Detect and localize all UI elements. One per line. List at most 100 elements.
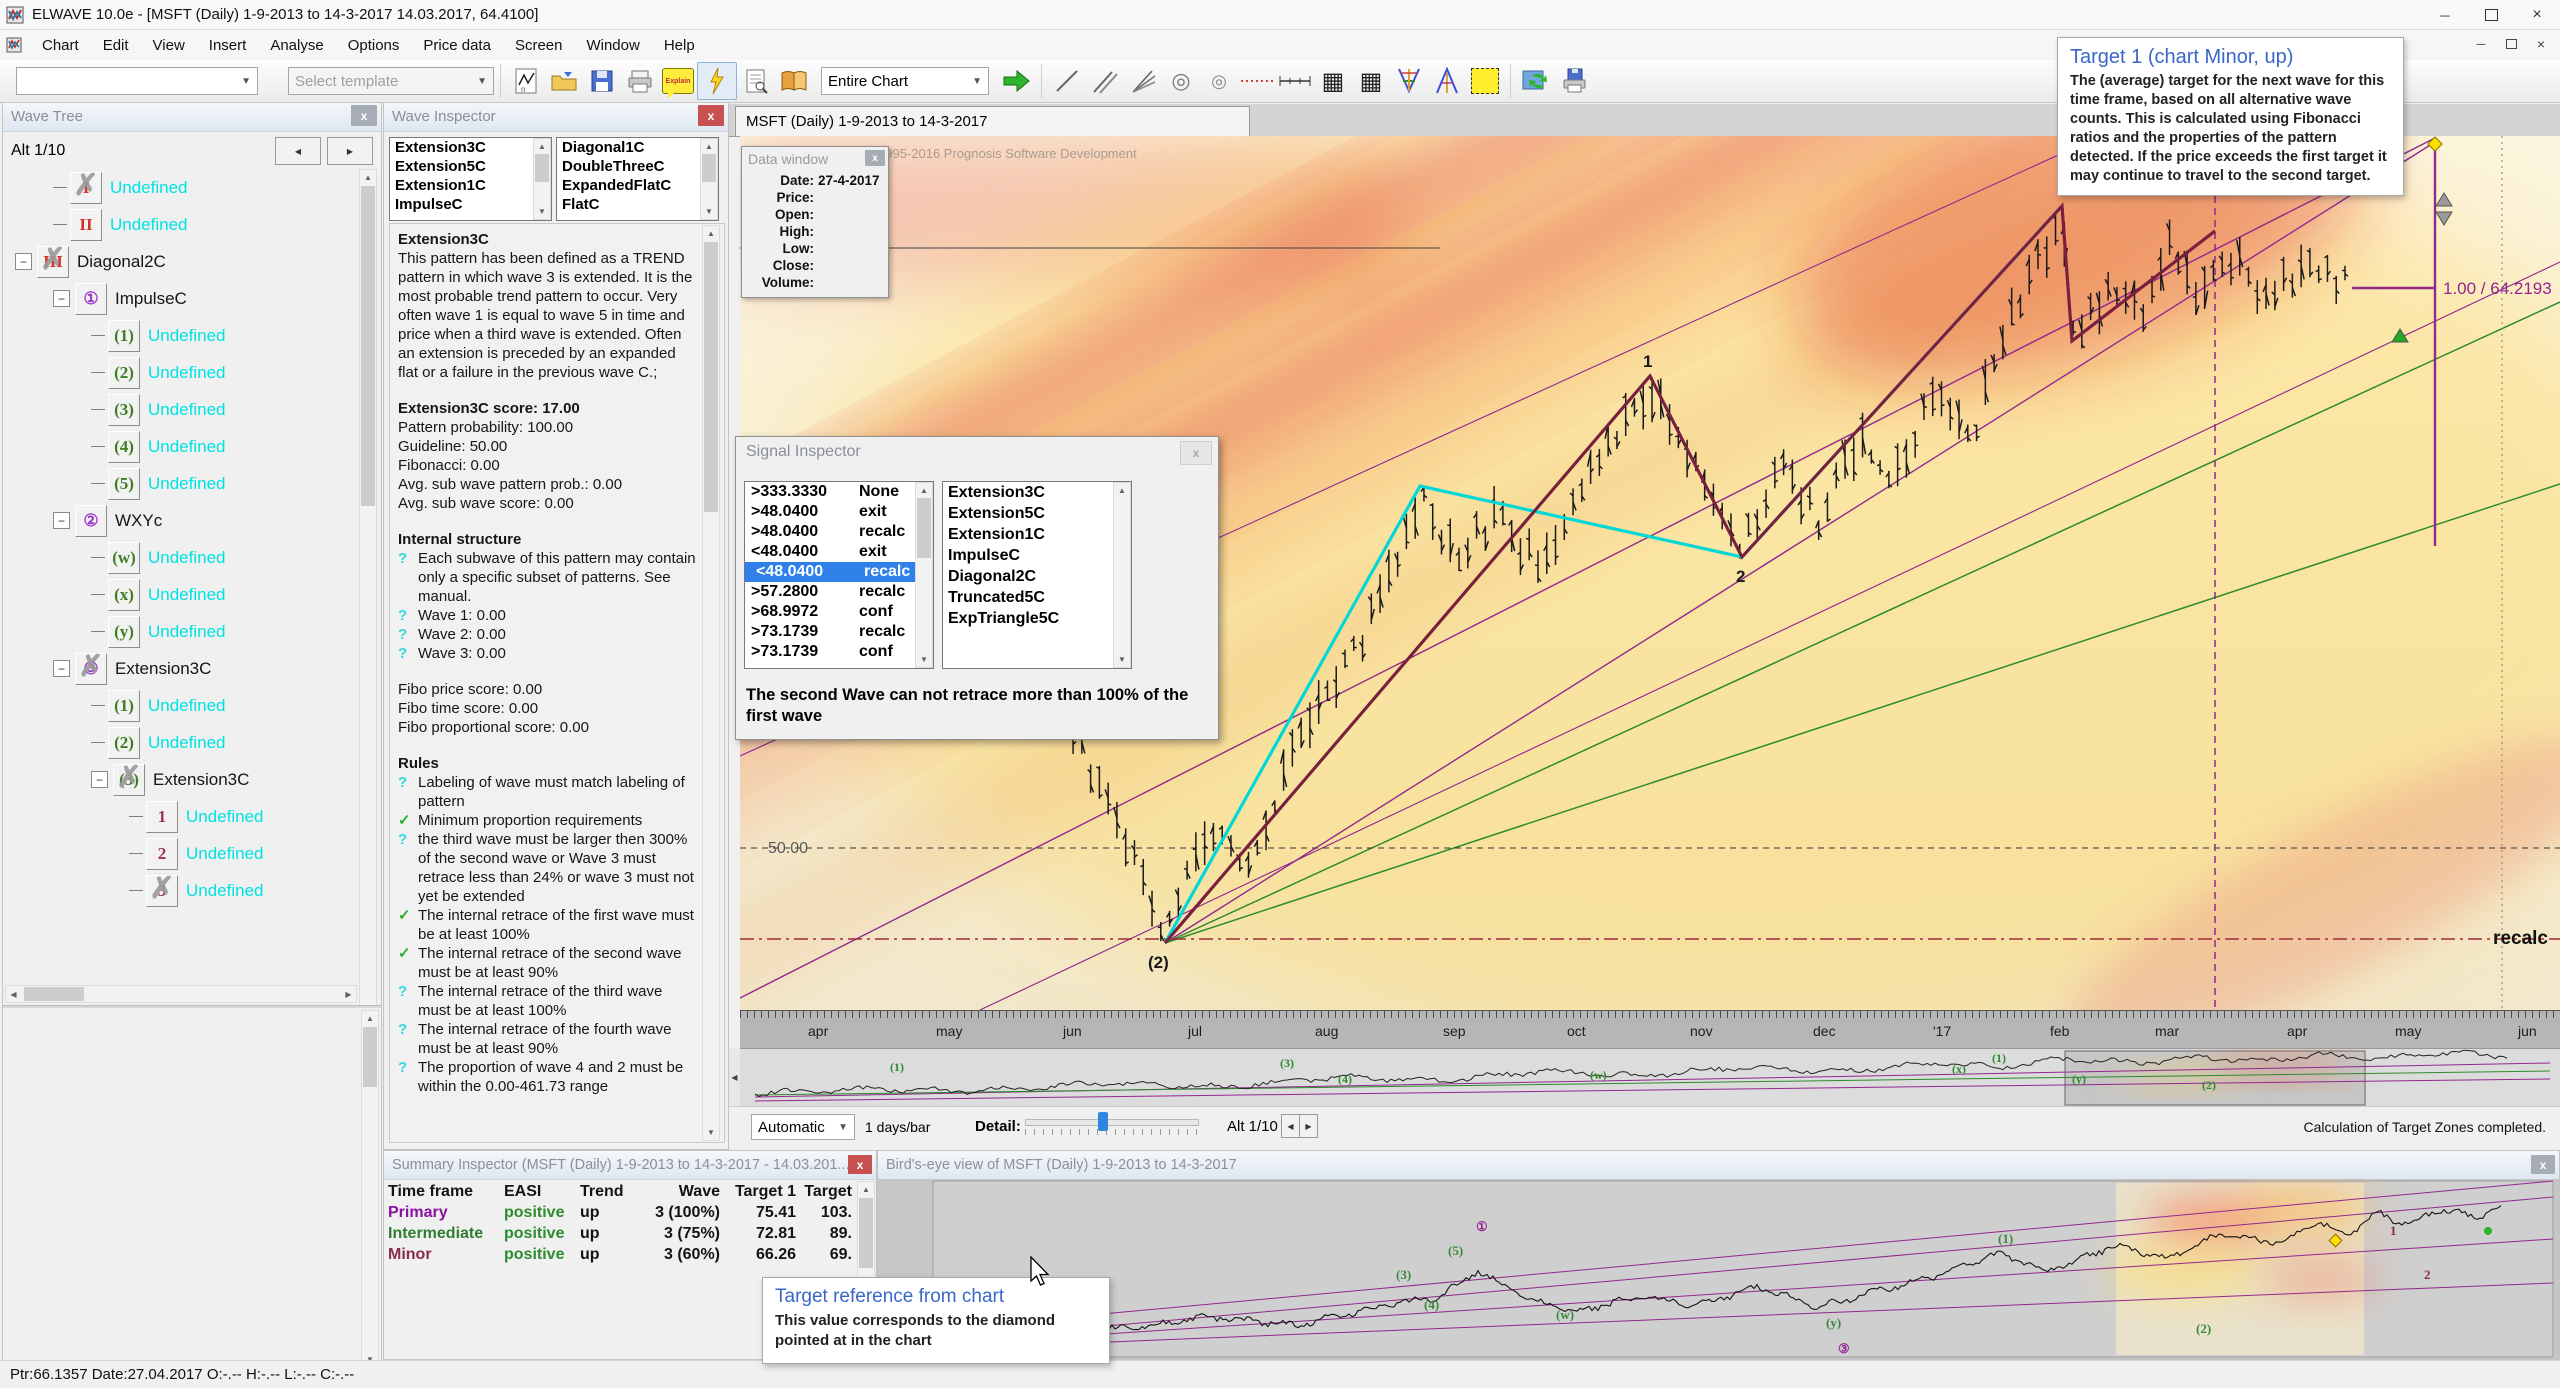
signal-item[interactable]: <48.0400recalc xyxy=(745,562,933,582)
nav-scroll-left-icon[interactable]: ◀ xyxy=(729,1048,740,1106)
zoom-mode-combo[interactable]: Automatic▼ xyxy=(751,1114,855,1140)
tree-row[interactable]: 2Undefined xyxy=(5,835,357,872)
refresh-data-button[interactable] xyxy=(1517,63,1555,99)
select-template-combo[interactable]: Select template▼ xyxy=(288,67,494,95)
pattern-item[interactable]: DoubleThreeC xyxy=(557,157,718,176)
tree-row[interactable]: 3✗Undefined xyxy=(5,872,357,909)
signal-list[interactable]: >333.3330None>48.0400exit>48.0400recalc<… xyxy=(744,481,934,669)
mdi-minimize-icon[interactable]: ─ xyxy=(2466,32,2496,56)
summary-row[interactable]: Intermediatepositiveup3 (75%)72.8189. xyxy=(384,1223,856,1244)
pattern-description-vscroll[interactable]: ▲ ▼ xyxy=(702,225,720,1141)
wave-tree-vscroll[interactable]: ▲ ▼ xyxy=(359,169,377,1084)
signal-item[interactable]: >73.1739recalc xyxy=(745,622,933,642)
tree-row[interactable]: (y)Undefined xyxy=(5,613,357,650)
signal-pattern-item[interactable]: Diagonal2C xyxy=(943,566,1131,587)
tree-row[interactable]: (4)Undefined xyxy=(5,428,357,465)
explain-button[interactable]: Explain xyxy=(659,63,697,99)
print-button[interactable] xyxy=(621,63,659,99)
birdseye-chart[interactable]: ①(5)(3)(4)(w)(y)(1)(2)③12 xyxy=(878,1179,2559,1359)
book-button[interactable] xyxy=(775,63,813,99)
detail-slider-track[interactable] xyxy=(1025,1119,1199,1126)
tree-row[interactable]: IIUndefined xyxy=(5,206,357,243)
pattern-item[interactable]: ImpulseC xyxy=(390,195,551,214)
tree-row[interactable]: (1)Undefined xyxy=(5,317,357,354)
fibo-ruler-tool-button[interactable] xyxy=(1238,63,1276,99)
pattern-item[interactable]: FlatC xyxy=(557,195,718,214)
menu-item-options[interactable]: Options xyxy=(336,33,412,58)
tree-row[interactable]: −①ImpulseC xyxy=(5,280,357,317)
menu-item-edit[interactable]: Edit xyxy=(91,33,141,58)
wave-inspector-close-icon[interactable]: x xyxy=(698,105,724,126)
signal-pattern-item[interactable]: Truncated5C xyxy=(943,587,1131,608)
menu-item-price-data[interactable]: Price data xyxy=(411,33,503,58)
data-window-close-icon[interactable]: x xyxy=(865,150,885,166)
signal-item[interactable]: >48.0400recalc xyxy=(745,522,933,542)
tree-row[interactable]: −(3)✗Extension3C xyxy=(5,761,357,798)
open-template-button[interactable] xyxy=(545,63,583,99)
pattern-list-left[interactable]: Extension3CExtension5CExtension1CImpulse… xyxy=(389,137,552,221)
mdi-restore-icon[interactable] xyxy=(2496,32,2526,56)
signal-pattern-item[interactable]: ImpulseC xyxy=(943,545,1131,566)
tree-expander-icon[interactable]: − xyxy=(15,253,32,270)
pattern-item[interactable]: ExpandedFlatC xyxy=(557,176,718,195)
range-combo[interactable]: Entire Chart▼ xyxy=(821,67,989,95)
signal-item[interactable]: >57.2800recalc xyxy=(745,582,933,602)
menu-item-help[interactable]: Help xyxy=(652,33,707,58)
new-chart-button[interactable]: n xyxy=(507,63,545,99)
pattern-item[interactable]: Extension5C xyxy=(390,157,551,176)
tree-row[interactable]: 1Undefined xyxy=(5,798,357,835)
signal-item[interactable]: >68.9972conf xyxy=(745,602,933,622)
close-icon[interactable]: × xyxy=(2514,0,2560,30)
minimize-icon[interactable]: ─ xyxy=(2422,0,2468,30)
fan-lines-tool-button[interactable] xyxy=(1124,63,1162,99)
tree-row[interactable]: (1)Undefined xyxy=(5,687,357,724)
signal-item[interactable]: <48.0400exit xyxy=(745,542,933,562)
alt-next-small-button[interactable]: ▶ xyxy=(1299,1114,1318,1138)
pattern-item[interactable]: Diagonal1C xyxy=(557,138,718,157)
pattern-list-right[interactable]: Diagonal1CDoubleThreeCExpandedFlatCFlatC… xyxy=(556,137,719,221)
signal-item[interactable]: >73.1739conf xyxy=(745,642,933,662)
tree-row[interactable]: (x)Undefined xyxy=(5,576,357,613)
signal-pattern-vscroll[interactable]: ▲▼ xyxy=(1113,482,1131,668)
tree-row[interactable]: −②WXYc xyxy=(5,502,357,539)
mdi-close-icon[interactable]: × xyxy=(2526,32,2556,56)
summary-row[interactable]: Minorpositiveup3 (60%)66.2669. xyxy=(384,1244,856,1265)
tree-row[interactable]: (5)Undefined xyxy=(5,465,357,502)
wave-tree-lower-vscroll[interactable]: ▲ ▼ xyxy=(361,1010,379,1368)
channel-v-tool-button[interactable] xyxy=(1390,63,1428,99)
parallel-lines-tool-button[interactable] xyxy=(1086,63,1124,99)
alt-prev-small-button[interactable]: ◀ xyxy=(1281,1114,1300,1138)
wave-tree-hscroll[interactable]: ◀▶ xyxy=(5,985,357,1003)
save-template-button[interactable] xyxy=(583,63,621,99)
menu-item-screen[interactable]: Screen xyxy=(503,33,575,58)
signal-pattern-list[interactable]: Extension3CExtension5CExtension1CImpulse… xyxy=(942,481,1132,669)
signal-item[interactable]: >48.0400exit xyxy=(745,502,933,522)
pattern-item[interactable]: Extension1C xyxy=(390,176,551,195)
menu-item-analyse[interactable]: Analyse xyxy=(258,33,335,58)
signal-list-vscroll[interactable]: ▲▼ xyxy=(915,482,933,668)
go-button[interactable] xyxy=(997,63,1035,99)
chart-tab[interactable]: MSFT (Daily) 1-9-2013 to 14-3-2017 xyxy=(735,106,1250,136)
tree-row[interactable]: (2)Undefined xyxy=(5,724,357,761)
measure-tool-button[interactable] xyxy=(1276,63,1314,99)
pattern-item-vscroll[interactable]: ▲▼ xyxy=(700,138,718,220)
tree-row[interactable]: −③✗Extension3C xyxy=(5,650,357,687)
tree-row[interactable]: (2)Undefined xyxy=(5,354,357,391)
summary-close-icon[interactable]: x xyxy=(848,1155,872,1174)
spiral-tool-button[interactable]: ◎ xyxy=(1162,63,1200,99)
menu-item-window[interactable]: Window xyxy=(574,33,651,58)
alt-next-button[interactable]: ▶ xyxy=(327,137,373,165)
grid-table-tool-button[interactable]: ▦ xyxy=(1314,63,1352,99)
grid-table2-tool-button[interactable]: ▦ xyxy=(1352,63,1390,99)
trendline-tool-button[interactable] xyxy=(1048,63,1086,99)
signal-pattern-item[interactable]: Extension5C xyxy=(943,503,1131,524)
wave-tree-close-icon[interactable]: x xyxy=(351,105,377,126)
pattern-item-vscroll[interactable]: ▲▼ xyxy=(533,138,551,220)
tree-expander-icon[interactable]: − xyxy=(91,771,108,788)
tree-expander-icon[interactable]: − xyxy=(53,290,70,307)
tree-expander-icon[interactable]: − xyxy=(53,512,70,529)
template-combo[interactable]: ▼ xyxy=(16,67,258,95)
tree-row[interactable]: (3)Undefined xyxy=(5,391,357,428)
menu-item-view[interactable]: View xyxy=(141,33,197,58)
signal-pattern-item[interactable]: Extension3C xyxy=(943,482,1131,503)
